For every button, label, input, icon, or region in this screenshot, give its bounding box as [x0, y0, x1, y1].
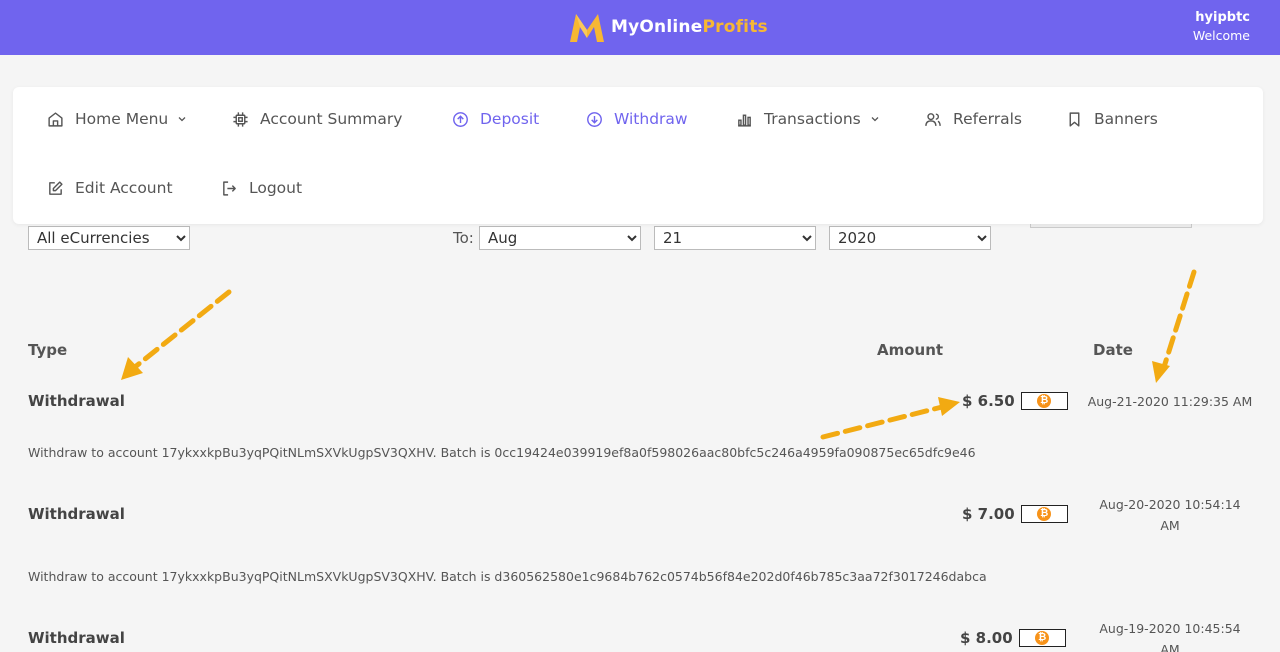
row-date-line1: Aug-20-2020 10:54:14 [1099, 497, 1241, 512]
amount-value: $ 6.50 [962, 392, 1015, 410]
header-amount: Amount [877, 341, 944, 359]
to-day-select[interactable]: 21 [654, 226, 816, 250]
chevron-down-icon [178, 117, 186, 122]
logout-icon [223, 180, 236, 196]
row-date: Aug-21-2020 11:29:35 AM [1087, 394, 1253, 409]
row-date-line2: AM [1160, 642, 1180, 652]
row-date: Aug-20-2020 10:54:14 AM [1085, 494, 1255, 536]
welcome-text: Welcome [1192, 28, 1250, 43]
bitcoin-icon: ₿ [1037, 394, 1052, 408]
logo-m-icon [570, 14, 604, 42]
menu-referrals-label: Referrals [953, 110, 1022, 128]
menu-logout-label: Logout [249, 179, 303, 197]
row-description: Withdraw to account 17ykxxkpBu3yqPQitNLm… [28, 569, 987, 584]
menu-banners-label: Banners [1094, 110, 1158, 128]
menu-account-summary-label: Account Summary [260, 110, 403, 128]
arrow-to-amount-line [820, 404, 945, 440]
currency-box: ₿ [1018, 629, 1066, 647]
menu-home[interactable]: Home Menu [47, 110, 188, 128]
row-amount: $ 6.50 ₿ [962, 392, 1068, 410]
chip-icon [233, 111, 248, 127]
amount-value: $ 7.00 [962, 505, 1015, 523]
menu-referrals[interactable]: Referrals [924, 110, 1022, 128]
header-date: Date [1093, 341, 1133, 359]
arrowhead-icon [1152, 361, 1170, 383]
bitcoin-icon: ₿ [1037, 507, 1052, 521]
currency-box: ₿ [1020, 505, 1068, 523]
site-logo[interactable]: MyOnlineProfits [567, 8, 768, 46]
bookmark-icon [1069, 111, 1080, 127]
menu-logout[interactable]: Logout [221, 179, 302, 197]
menu-withdraw[interactable]: Withdraw [586, 110, 688, 128]
chevron-down-icon [871, 117, 879, 122]
currency-box: ₿ [1020, 392, 1068, 410]
menu-account-summary[interactable]: Account Summary [232, 110, 402, 128]
row-amount: $ 8.00 ₿ [960, 629, 1066, 647]
arrow-to-date-line [1161, 269, 1197, 370]
to-month-select[interactable]: Aug [479, 226, 641, 250]
menu-deposit[interactable]: Deposit [452, 110, 539, 128]
logo-text-accent: Profits [702, 17, 768, 37]
bar-chart-icon [738, 114, 751, 127]
amount-value: $ 8.00 [960, 629, 1013, 647]
arrow-up-circle-icon [453, 111, 468, 127]
username: hyipbtc [1195, 10, 1250, 25]
home-icon [48, 111, 63, 127]
menu-transactions-label: Transactions [764, 110, 861, 128]
row-type: Withdrawal [28, 629, 125, 647]
edit-icon [49, 180, 63, 195]
row-description: Withdraw to account 17ykxxkpBu3yqPQitNLm… [28, 445, 976, 460]
top-bar: MyOnlineProfits hyipbtc Welcome [0, 0, 1280, 55]
logo-text-primary: MyOnline [611, 17, 703, 37]
row-date: Aug-19-2020 10:45:54 AM [1085, 618, 1255, 652]
header-type: Type [28, 341, 68, 359]
menu-banners[interactable]: Banners [1066, 110, 1158, 128]
user-info[interactable]: hyipbtc Welcome [1193, 9, 1250, 45]
menu-edit-account-label: Edit Account [75, 179, 173, 197]
arrow-to-type-line [132, 289, 232, 370]
row-amount: $ 7.00 ₿ [962, 505, 1068, 523]
menu-edit-account[interactable]: Edit Account [47, 179, 173, 197]
row-date-line2: AM [1160, 518, 1180, 533]
arrowhead-icon [121, 357, 143, 380]
row-type: Withdrawal [28, 505, 125, 523]
to-year-select[interactable]: 2020 [829, 226, 991, 250]
menu-home-label: Home Menu [75, 110, 169, 128]
ecurrency-select[interactable]: All eCurrencies [28, 226, 190, 250]
row-date-line1: Aug-19-2020 10:45:54 [1099, 621, 1241, 636]
to-label: To: [453, 229, 474, 247]
arrow-down-circle-icon [587, 111, 602, 127]
main-menu: Home Menu Account Summary Deposit Withdr… [13, 87, 1263, 224]
menu-transactions[interactable]: Transactions [736, 110, 881, 128]
arrowhead-icon [938, 397, 960, 416]
row-type: Withdrawal [28, 392, 125, 410]
bitcoin-icon: ₿ [1035, 631, 1050, 645]
menu-withdraw-label: Withdraw [614, 110, 688, 128]
menu-deposit-label: Deposit [480, 110, 540, 128]
users-icon [925, 112, 941, 126]
